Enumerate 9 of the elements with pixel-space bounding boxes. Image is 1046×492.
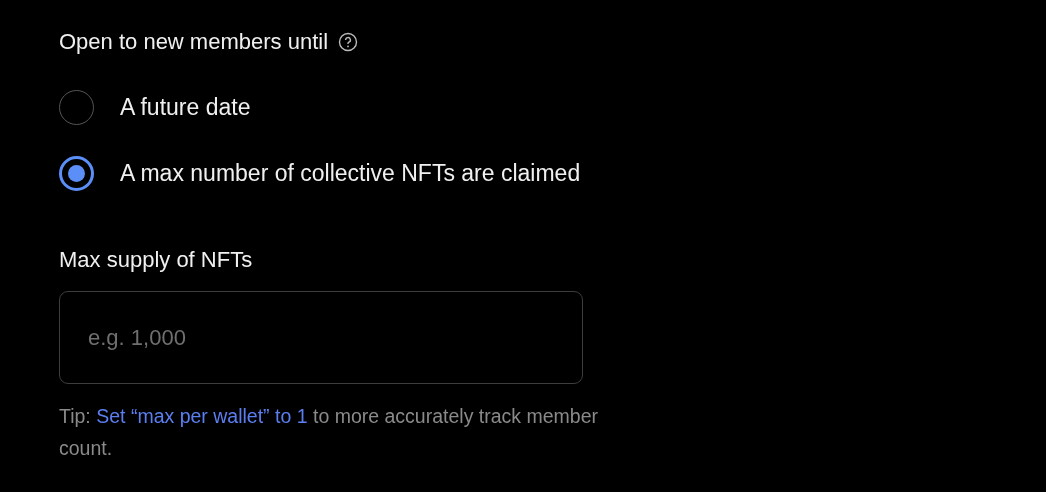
tip-link[interactable]: Set “max per wallet” to 1 [96,405,308,427]
section-label: Open to new members until [59,29,329,55]
input-field[interactable]: e.g. 1,000 [59,291,583,384]
tip-text: Tip: Set “max per wallet” to 1 to more accurately track member count. [59,404,599,461]
help-icon[interactable] [338,32,359,52]
option-label: A future date [120,93,251,121]
radio-button[interactable] [59,155,94,191]
option-label: A max number of collective NFTs are claimed [120,159,581,187]
field-label: Max supply of NFTs [59,247,253,272]
